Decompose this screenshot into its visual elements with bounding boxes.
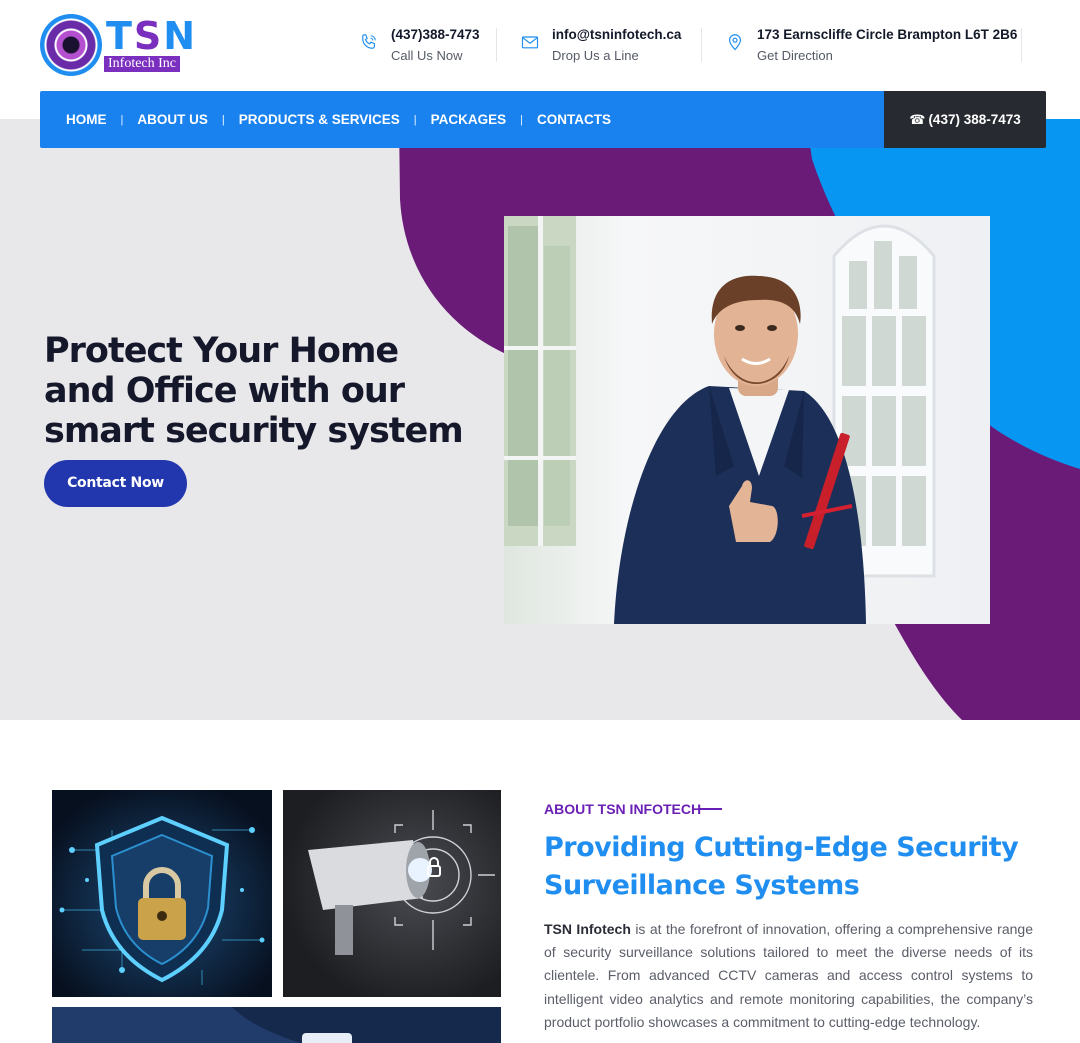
header-divider <box>701 28 702 62</box>
header-email[interactable]: info@tsninfotech.ca Drop Us a Line <box>520 27 690 67</box>
header-phone-number[interactable]: (437)388-7473 <box>391 27 480 42</box>
header-address-text: 173 Earnscliffe Circle Brampton L6T 2B6 <box>757 27 1018 42</box>
about-image-cctv-camera <box>283 790 501 997</box>
nav-separator: | <box>413 113 417 126</box>
header-divider <box>496 28 497 62</box>
header-divider <box>1021 28 1022 62</box>
logo-name: TSN <box>106 14 198 58</box>
nav-item-about-us[interactable]: ABOUT US <box>137 112 208 127</box>
hero-photo-businessman <box>504 216 990 624</box>
nav-phone-number: (437) 388-7473 <box>928 112 1021 127</box>
about-kicker: ABOUT TSN INFOTECH <box>544 801 702 817</box>
header-address[interactable]: 173 Earnscliffe Circle Brampton L6T 2B6 … <box>725 27 1018 67</box>
header-phone[interactable]: (437)388-7473 Call Us Now <box>359 27 489 67</box>
hero-title: Protect Your Home and Office with our sm… <box>44 331 464 451</box>
nav-phone-button[interactable]: ☎ (437) 388-7473 <box>884 91 1046 148</box>
main-nav: HOME | ABOUT US | PRODUCTS & SERVICES | … <box>40 91 1046 148</box>
about-image-tech-hand <box>52 1007 501 1043</box>
telephone-icon: ☎ <box>909 113 926 128</box>
kicker-divider-line <box>700 808 722 810</box>
nav-separator: | <box>221 113 225 126</box>
nav-item-packages[interactable]: PACKAGES <box>431 112 507 127</box>
nav-menu: HOME | ABOUT US | PRODUCTS & SERVICES | … <box>66 91 611 148</box>
phone-icon <box>362 34 376 49</box>
about-title: Providing Cutting-Edge Security Surveill… <box>544 832 1019 901</box>
header-email-address[interactable]: info@tsninfotech.ca <box>552 27 681 42</box>
nav-item-contacts[interactable]: CONTACTS <box>537 112 611 127</box>
about-description: TSN Infotech is at the forefront of inno… <box>544 918 1033 1034</box>
header-phone-sub: Call Us Now <box>391 48 463 63</box>
nav-item-home[interactable]: HOME <box>66 112 107 127</box>
logo-eye-icon <box>40 14 102 76</box>
contact-now-button[interactable]: Contact Now <box>44 460 187 507</box>
get-direction-link[interactable]: Get Direction <box>757 48 833 63</box>
location-pin-icon <box>728 34 742 51</box>
about-image-shield-lock <box>52 790 272 997</box>
about-company-name: TSN Infotech <box>544 921 631 937</box>
nav-separator: | <box>520 113 523 126</box>
hero-section: Protect Your Home and Office with our sm… <box>0 119 1080 720</box>
logo-wordmark: TSN <box>106 16 197 56</box>
about-body: is at the forefront of innovation, offer… <box>544 921 1033 1030</box>
nav-separator: | <box>120 113 124 126</box>
mail-icon <box>521 36 539 49</box>
logo-subtitle: Infotech Inc <box>104 56 181 72</box>
header-email-sub: Drop Us a Line <box>552 48 639 63</box>
nav-item-products-services[interactable]: PRODUCTS & SERVICES <box>239 112 400 127</box>
site-logo[interactable]: TSN Infotech Inc <box>40 14 200 76</box>
